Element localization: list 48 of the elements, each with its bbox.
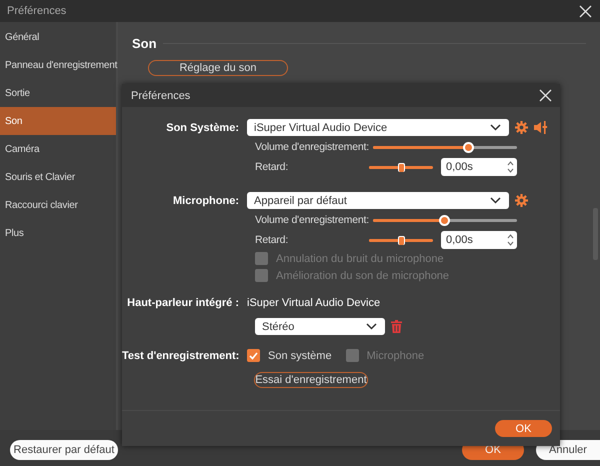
window-title: Préférences — [7, 5, 66, 17]
sidebar-item[interactable]: Caméra — [0, 135, 116, 163]
dialog-title: Préférences — [131, 90, 190, 102]
slider-thumb[interactable] — [439, 214, 450, 226]
sound-settings-button[interactable]: Réglage du son — [148, 60, 288, 76]
volume-label: Volume d'enregistrement: — [255, 214, 370, 226]
checkbox[interactable] — [247, 349, 260, 362]
section-heading: Son — [132, 36, 157, 50]
slider-thumb[interactable] — [398, 236, 404, 244]
field-label: Son Système: — [165, 122, 240, 134]
sidebar-item[interactable]: Sortie — [0, 79, 116, 107]
checkbox-label: Amélioration du son de microphone — [276, 270, 450, 282]
delay-label: Retard: — [255, 161, 290, 173]
sidebar-item[interactable]: Son — [0, 107, 116, 135]
volume-label: Volume d'enregistrement: — [255, 141, 370, 153]
device-dropdown[interactable]: Appareil par défaut — [247, 192, 509, 209]
device-dropdown[interactable]: iSuper Virtual Audio Device — [247, 119, 509, 136]
sidebar-item[interactable]: Plus — [0, 219, 116, 247]
device-name: iSuper Virtual Audio Device — [247, 296, 380, 308]
delay-field[interactable]: 0,00s — [441, 231, 517, 249]
channel-dropdown[interactable]: Stéréo — [255, 318, 385, 335]
chevron-down-icon — [490, 197, 501, 204]
delay-label: Retard: — [255, 234, 290, 246]
speaker-icon[interactable] — [534, 121, 548, 134]
restore-defaults-button[interactable]: Restaurer par défaut — [10, 440, 118, 460]
settings-icon[interactable] — [515, 194, 528, 207]
chevron-down-icon — [366, 323, 377, 330]
slider-thumb[interactable] — [398, 162, 404, 172]
field-label: Test d'enregistrement: — [122, 350, 240, 362]
sidebar-item[interactable]: Souris et Clavier — [0, 163, 116, 191]
checkbox-label: Annulation du bruit du microphone — [276, 252, 444, 264]
test-recording-button[interactable]: Essai d'enregistrement — [254, 372, 368, 388]
sidebar-item[interactable]: Général — [0, 23, 116, 51]
checkbox-label: Son système — [268, 350, 332, 362]
sidebar-item[interactable]: Raccourci clavier — [0, 191, 116, 219]
settings-icon[interactable] — [515, 121, 528, 134]
chevron-down-icon — [490, 124, 501, 131]
check-icon — [249, 352, 258, 360]
close-icon[interactable] — [579, 4, 592, 18]
spin-arrows-icon[interactable] — [507, 233, 514, 247]
field-label: Haut-parleur intégré : — [126, 296, 240, 308]
delay-field[interactable]: 0,00s — [441, 158, 517, 176]
sidebar-item[interactable]: Panneau d'enregistrement — [0, 51, 116, 79]
checkbox-label: Microphone — [366, 350, 424, 362]
spin-arrows-icon[interactable] — [507, 160, 514, 174]
field-label: Microphone: — [172, 194, 240, 206]
close-icon[interactable] — [539, 89, 552, 102]
slider-thumb[interactable] — [462, 142, 474, 152]
